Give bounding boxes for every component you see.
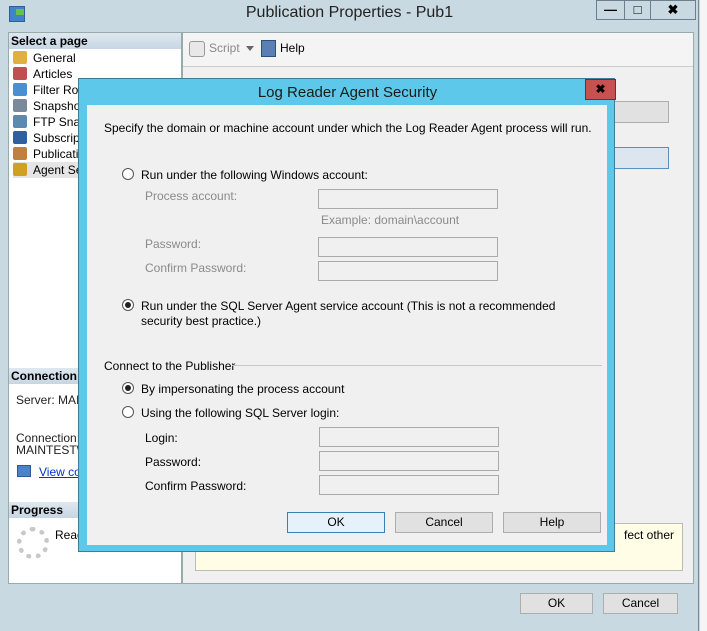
login-password-label: Password:	[145, 455, 202, 469]
dialog-help-button[interactable]: Help	[503, 512, 601, 533]
login-input[interactable]	[319, 427, 499, 447]
sql-agent-account-label[interactable]: Run under the SQL Server Agent service a…	[141, 299, 581, 329]
sidebar-item-label: Snapshot	[33, 99, 84, 113]
sidebar-item-snapshot[interactable]: Snapshot	[13, 98, 84, 114]
background-button	[613, 101, 669, 123]
close-window-button[interactable]: ✖	[650, 0, 696, 20]
view-connection-properties-link[interactable]: View co	[39, 465, 81, 479]
articles-icon	[13, 67, 27, 80]
sql-login-radio[interactable]	[122, 406, 134, 418]
login-password-input[interactable]	[319, 451, 499, 471]
sql-agent-account-radio[interactable]	[122, 299, 134, 311]
filter-icon	[13, 83, 27, 96]
process-account-input[interactable]	[318, 189, 498, 209]
dialog-cancel-button[interactable]: Cancel	[395, 512, 493, 533]
sidebar-item-general[interactable]: General	[13, 50, 76, 66]
confirm-password-label: Confirm Password:	[145, 261, 247, 275]
ok-button[interactable]: OK	[520, 593, 593, 614]
process-account-label: Process account:	[145, 189, 238, 203]
maximize-button[interactable]: □	[624, 0, 651, 20]
impersonate-radio[interactable]	[122, 382, 134, 394]
minimize-button[interactable]: —	[596, 0, 625, 20]
intro-text: Specify the domain or machine account un…	[104, 121, 592, 135]
progress-spinner-icon	[17, 527, 49, 559]
impersonate-label[interactable]: By impersonating the process account	[141, 382, 344, 396]
dialog-ok-button[interactable]: OK	[287, 512, 385, 533]
password-input[interactable]	[318, 237, 498, 257]
dialog-body: Specify the domain or machine account un…	[87, 105, 607, 545]
password-label: Password:	[145, 237, 202, 251]
description-text: fect other	[624, 528, 675, 542]
toolbar: Script Help	[183, 33, 693, 67]
chevron-down-icon[interactable]	[246, 46, 254, 55]
example-text: Example: domain\account	[321, 213, 460, 227]
select-page-header: Select a page	[9, 33, 181, 49]
users-icon	[13, 147, 27, 160]
help-icon	[261, 40, 276, 57]
log-reader-agent-security-dialog: Log Reader Agent Security ✖ Specify the …	[78, 78, 616, 552]
snapshot-icon	[13, 99, 27, 112]
dialog-close-button[interactable]: ✖	[585, 79, 616, 100]
windows-account-label[interactable]: Run under the following Windows account:	[141, 168, 368, 182]
script-button[interactable]: Script	[209, 41, 240, 55]
windows-account-radio[interactable]	[122, 168, 134, 180]
general-icon	[13, 51, 27, 64]
window-title: Publication Properties - Pub1	[245, 4, 454, 21]
dialog-title: Log Reader Agent Security	[257, 84, 438, 101]
background-window	[700, 0, 707, 631]
background-button	[613, 147, 669, 169]
connect-publisher-header: Connect to the Publisher	[104, 359, 236, 373]
script-icon	[189, 41, 205, 57]
sidebar-item-articles[interactable]: Articles	[13, 66, 72, 82]
subscription-icon	[13, 131, 27, 144]
login-confirm-password-input[interactable]	[319, 475, 499, 495]
sql-login-label[interactable]: Using the following SQL Server login:	[141, 406, 339, 420]
confirm-password-input[interactable]	[318, 261, 498, 281]
divider	[232, 365, 602, 366]
network-icon	[17, 465, 31, 477]
sidebar-item-label: Articles	[33, 67, 73, 81]
login-confirm-password-label: Confirm Password:	[145, 479, 247, 493]
connection-value: MAINTEST\	[16, 443, 81, 457]
lock-icon	[13, 163, 27, 176]
ftp-icon	[13, 115, 27, 128]
sidebar-item-label: General	[33, 51, 76, 65]
cancel-button[interactable]: Cancel	[603, 593, 678, 614]
login-label: Login:	[145, 431, 178, 445]
help-button[interactable]: Help	[280, 41, 305, 55]
